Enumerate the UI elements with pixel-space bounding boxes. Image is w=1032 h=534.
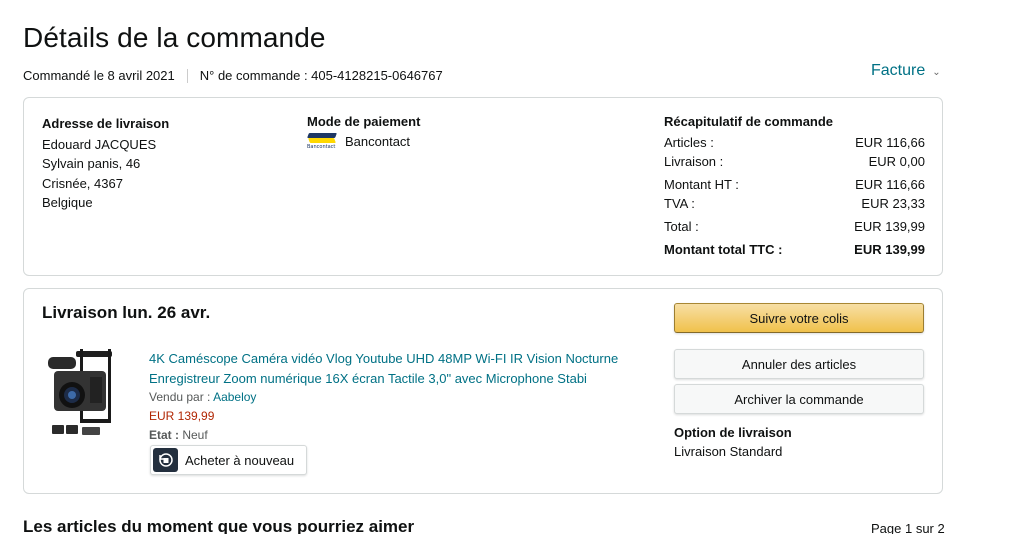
recommendations-title: Les articles du moment que vous pourriez… bbox=[23, 517, 415, 534]
shipment-box: Livraison lun. 26 avr. 4K Caméscope Camé… bbox=[23, 288, 943, 494]
buy-again-button[interactable]: Acheter à nouveau bbox=[150, 445, 307, 475]
meta-divider bbox=[186, 68, 188, 83]
buy-again-label: Acheter à nouveau bbox=[185, 452, 295, 468]
product-price: EUR 139,99 bbox=[149, 409, 215, 423]
order-summary: Récapitulatif de commande Articles : EUR … bbox=[664, 114, 925, 259]
payment-row: Bancontact Bancontact bbox=[307, 131, 420, 151]
invoice-dropdown[interactable]: Facture ⌄ bbox=[871, 62, 941, 80]
order-meta: Commandé le 8 avril 2021 N° de commande … bbox=[23, 68, 443, 83]
address-line: Sylvain panis, 46 bbox=[42, 156, 141, 171]
summary-row-articles: Articles : EUR 116,66 bbox=[664, 135, 925, 150]
product-info: 4K Caméscope Caméra vidéo Vlog Youtube U… bbox=[149, 349, 629, 445]
payment-title: Mode de paiement bbox=[307, 114, 421, 129]
track-package-button[interactable]: Suivre votre colis bbox=[674, 303, 924, 333]
invoice-label: Facture bbox=[871, 62, 926, 79]
payment-method-name: Bancontact bbox=[345, 133, 411, 149]
summary-row-grand-total: Montant total TTC : EUR 139,99 bbox=[664, 242, 925, 257]
page-title: Détails de la commande bbox=[23, 22, 326, 53]
order-date: Commandé le 8 avril 2021 bbox=[23, 68, 175, 83]
shipping-option: Option de livraison Livraison Standard bbox=[674, 425, 792, 459]
address-line: Crisnée, 4367 bbox=[42, 175, 123, 191]
bancontact-logo-icon: Bancontact bbox=[307, 131, 337, 151]
address-line: Edouard JACQUES bbox=[42, 136, 157, 152]
payment-method: Mode de paiement Bancontact Bancontact bbox=[307, 114, 420, 151]
address-line: Belgique bbox=[42, 195, 93, 210]
shipping-option-title: Option de livraison bbox=[674, 425, 792, 440]
summary-title: Récapitulatif de commande bbox=[664, 114, 834, 129]
shipping-address: Adresse de livraison Edouard JACQUES Syl… bbox=[42, 114, 169, 213]
shipping-option-value: Livraison Standard bbox=[674, 444, 783, 459]
summary-row-vat: TVA : EUR 23,33 bbox=[664, 196, 925, 211]
buy-again-icon bbox=[153, 448, 178, 472]
seller-link[interactable]: Aabeloy bbox=[213, 390, 256, 404]
order-info-box: Adresse de livraison Edouard JACQUES Syl… bbox=[23, 97, 943, 276]
summary-row-subtotal: Montant HT : EUR 116,66 bbox=[664, 177, 925, 192]
order-number: N° de commande : 405-4128215-0646767 bbox=[199, 68, 443, 83]
archive-order-button[interactable]: Archiver la commande bbox=[674, 384, 924, 414]
recommendations-pager: Page 1 sur 2 bbox=[871, 521, 945, 534]
product-image[interactable] bbox=[46, 347, 114, 439]
address-title: Adresse de livraison bbox=[42, 116, 170, 131]
summary-row-total: Total : EUR 139,99 bbox=[664, 219, 925, 234]
chevron-down-icon: ⌄ bbox=[932, 66, 941, 78]
product-title-link[interactable]: 4K Caméscope Caméra vidéo Vlog Youtube U… bbox=[149, 349, 629, 388]
delivery-date-title: Livraison lun. 26 avr. bbox=[42, 303, 211, 322]
product-condition: Etat : Neuf bbox=[149, 428, 208, 442]
cancel-items-button[interactable]: Annuler des articles bbox=[674, 349, 924, 379]
seller-line: Vendu par : Aabeloy bbox=[149, 390, 257, 404]
summary-row-shipping: Livraison : EUR 0,00 bbox=[664, 154, 925, 169]
